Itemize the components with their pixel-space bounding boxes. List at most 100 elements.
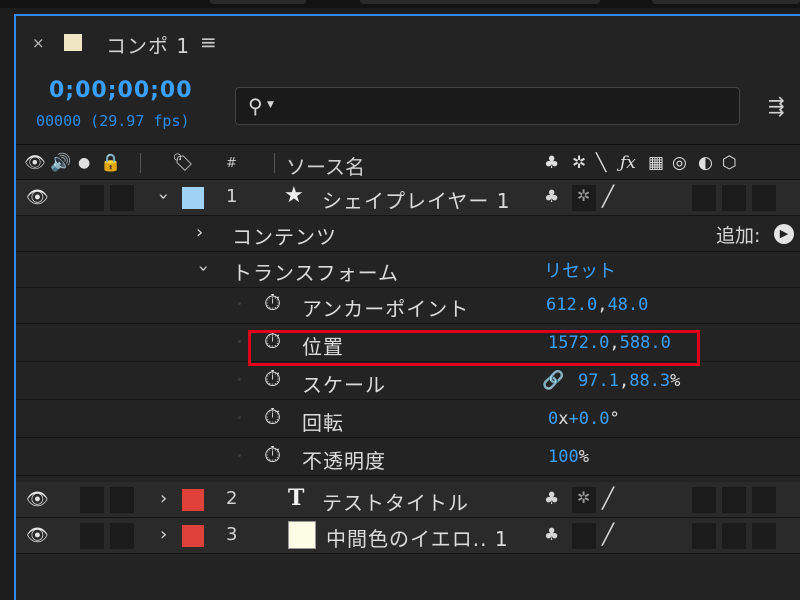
lock-icon[interactable]: 🔒 [100,153,121,173]
comp-color-swatch [64,34,82,51]
3d-layer-icon[interactable]: ⬡ [722,153,737,173]
opacity-row[interactable]: ⏱ 不透明度 100% [16,440,800,476]
quality-icon[interactable]: ╱ [602,522,614,546]
switch-cell[interactable] [752,523,776,549]
rotation-value[interactable]: 0x+0.0° [548,409,620,429]
audio-toggle[interactable] [80,523,104,549]
switch-cell[interactable] [692,523,716,549]
stopwatch-icon[interactable]: ⏱ [264,443,281,468]
lock-toggle[interactable] [110,523,134,549]
lock-toggle[interactable] [110,487,134,513]
transform-group-row[interactable]: › トランスフォーム リセット [16,252,800,288]
column-divider[interactable] [274,153,275,173]
switch-cell[interactable] [692,185,716,211]
layer-name[interactable]: テストタイトル [322,487,469,516]
quality-icon[interactable]: ╱ [602,486,614,510]
label-color-swatch[interactable] [182,489,204,511]
layer-number: 1 [226,186,238,207]
rotation-label: 回転 [302,411,344,435]
add-menu-label[interactable]: 追加: [716,221,760,248]
audio-toggle[interactable] [80,487,104,513]
chevron-right-icon[interactable]: › [196,222,203,243]
shy-icon[interactable]: ♣ [544,489,559,509]
rotation-row[interactable]: ⏱ 回転 0x+0.0° [16,402,800,438]
audio-toggle[interactable] [80,185,104,211]
chevron-down-icon[interactable]: ▼ [267,100,274,110]
eye-icon[interactable]: 👁 [26,489,49,510]
eye-icon[interactable]: 👁 [26,525,49,546]
label-color-swatch[interactable] [182,187,204,209]
layer-name[interactable]: シェイプレイヤー 1 [322,185,510,214]
switch-cell[interactable] [692,487,716,513]
collapse-switch[interactable]: ✲ [572,185,596,211]
star-icon: ★ [284,183,304,208]
stopwatch-icon[interactable]: ⏱ [264,405,281,430]
quality-icon[interactable]: ╱ [602,184,614,208]
quality-icon[interactable]: ╲ [596,153,606,173]
anchor-point-row[interactable]: ⏱ アンカーポイント 612.0,48.0 [16,288,800,324]
collapse-switch[interactable]: ✲ [572,487,596,513]
layer-name[interactable]: 中間色のイエロ.. 1 [326,523,509,552]
comp-tab-title[interactable]: コンポ 1 [106,30,190,59]
source-name-header[interactable]: ソース名 [286,151,365,180]
chevron-right-icon[interactable]: › [160,524,167,545]
collapse-icon[interactable]: ✲ [572,153,586,173]
column-divider[interactable] [140,153,141,173]
keyframe-dot [238,416,241,419]
switch-cell[interactable] [722,487,746,513]
eye-icon[interactable]: 👁 [24,153,46,173]
contents-group-row[interactable]: › コンテンツ 追加: ▶ [16,216,800,252]
solo-icon[interactable]: ● [78,155,90,171]
eye-icon[interactable]: 👁 [26,187,49,208]
anchor-point-label: アンカーポイント [302,297,470,321]
motion-blur-icon[interactable]: ◎ [672,153,687,173]
switch-cell[interactable] [752,487,776,513]
transform-label: トランスフォーム [232,261,399,285]
top-tab-segment[interactable] [360,0,600,4]
add-play-icon[interactable]: ▶ [774,224,794,244]
top-tab-segment[interactable] [652,0,800,4]
top-tab-segment[interactable] [210,0,306,4]
adjustment-layer-icon[interactable]: ◐ [698,153,713,173]
stopwatch-icon[interactable]: ⏱ [264,367,281,392]
lock-toggle[interactable] [110,185,134,211]
keyframe-dot [238,378,241,381]
layer-row-2[interactable]: 👁 › 2 T テストタイトル ♣ ✲ ╱ [16,482,800,518]
layer-column-header: 👁 🔊 ● 🔒 🏷 # ソース名 ♣ ✲ ╲ ƒx ▦ ◎ ◐ ⬡ [16,144,800,180]
frame-count-readout: 00000 (29.97 fps) [36,112,190,130]
frame-blend-icon[interactable]: ▦ [648,153,664,173]
shy-icon[interactable]: ♣ [544,153,559,173]
search-icon[interactable]: ⚲ [248,94,263,118]
chevron-right-icon[interactable]: › [160,488,167,509]
layer-search-input[interactable]: ⚲ ▼ [235,87,740,125]
effects-icon[interactable]: ƒx [620,153,636,173]
constrain-link-icon[interactable]: 🔗 [542,370,564,391]
close-tab-button[interactable]: × [32,34,45,52]
chevron-down-icon[interactable]: › [193,265,214,272]
label-color-swatch[interactable] [182,525,204,547]
anchor-point-value[interactable]: 612.0,48.0 [546,295,648,315]
panel-menu-button[interactable]: ≡ [200,30,217,54]
layer-row-3[interactable]: 👁 › 3 中間色のイエロ.. 1 ♣ ╱ [16,518,800,554]
text-layer-icon: T [288,485,305,511]
solid-color-swatch [288,521,316,549]
label-tag-icon[interactable]: 🏷 [172,153,194,173]
chevron-down-icon[interactable]: › [153,193,174,200]
composition-flowchart-icon[interactable]: ⇶ [768,94,785,118]
reset-link[interactable]: リセット [544,257,616,283]
current-time-display[interactable]: 0;00;00;00 [49,78,193,103]
collapse-switch[interactable] [572,523,596,549]
opacity-value[interactable]: 100% [548,447,589,467]
switch-cell[interactable] [722,523,746,549]
scale-row[interactable]: ⏱ スケール 🔗 97.1,88.3% [16,364,800,400]
layer-row-1[interactable]: 👁 › 1 ★ シェイプレイヤー 1 ♣ ✲ ╱ [16,180,800,216]
scale-label: スケール [302,373,386,397]
shy-icon[interactable]: ♣ [544,525,559,545]
contents-label: コンテンツ [232,225,337,249]
switch-cell[interactable] [722,185,746,211]
shy-icon[interactable]: ♣ [544,187,559,207]
stopwatch-icon[interactable]: ⏱ [264,291,281,316]
switch-cell[interactable] [752,185,776,211]
scale-value[interactable]: 97.1,88.3% [578,371,680,391]
speaker-icon[interactable]: 🔊 [50,153,71,173]
